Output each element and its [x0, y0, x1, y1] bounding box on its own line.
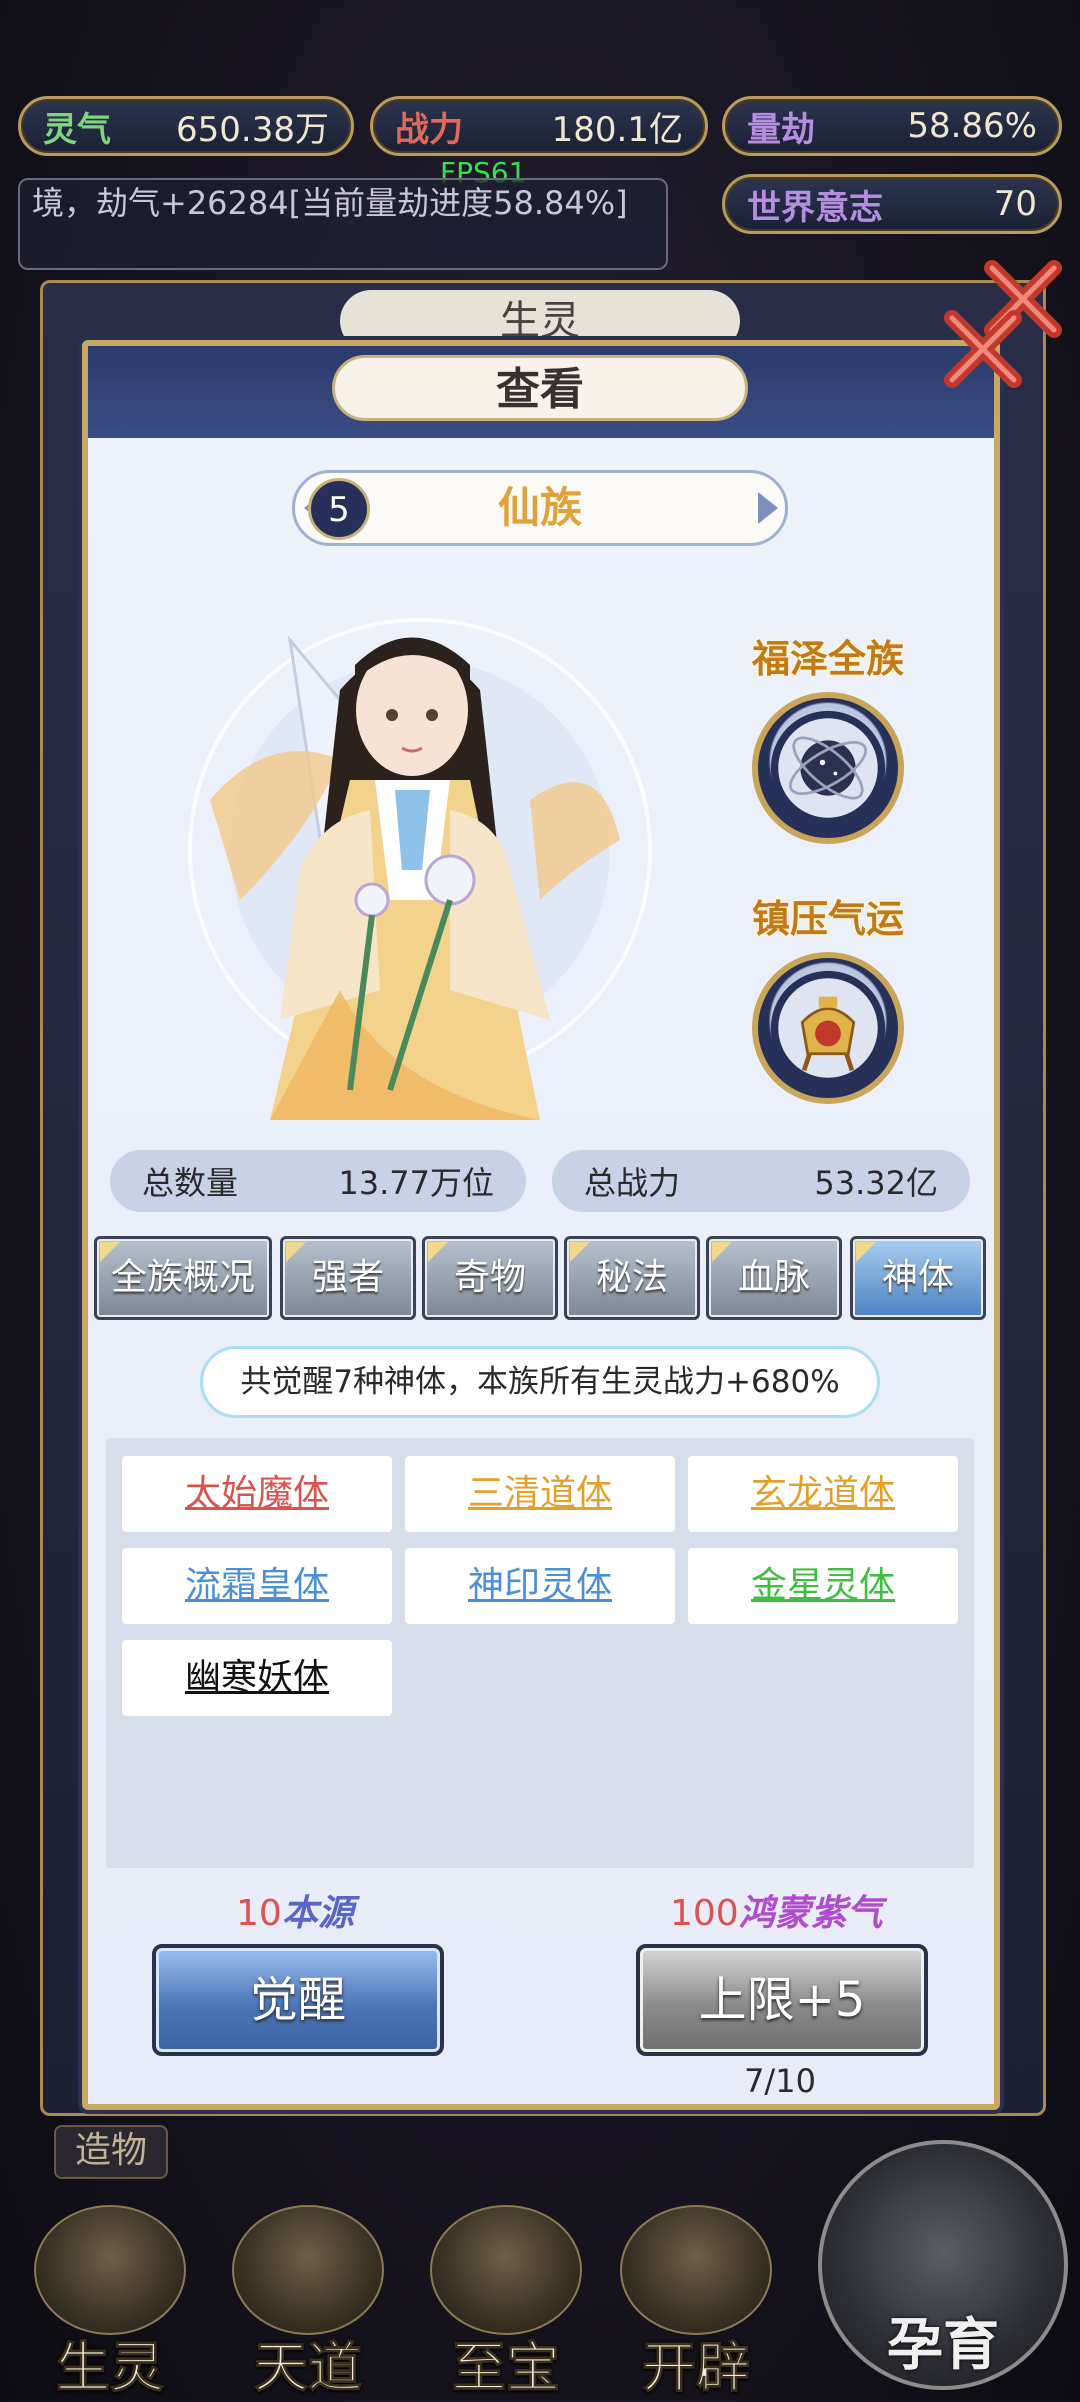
total-count-label: 总数量	[142, 1164, 239, 1202]
zhanli-label: 战力	[395, 109, 463, 150]
liangjie-resource: 量劫 58.86%	[722, 96, 1062, 156]
tab-strong[interactable]: 强者	[280, 1236, 416, 1320]
raise-limit-button[interactable]: 上限+5	[636, 1944, 928, 2056]
tab-bloodline-label: 血脉	[737, 1257, 810, 1298]
heaven-dao-emblem-icon	[232, 2205, 384, 2335]
treasure-emblem-icon	[430, 2205, 582, 2335]
tab-overview-label: 全族概况	[110, 1257, 255, 1298]
tab-strong-label: 强者	[311, 1257, 384, 1298]
world-will-resource: 世界意志 70	[722, 174, 1062, 234]
nav-treasure-label: 至宝	[452, 2336, 561, 2400]
total-power-value: 53.32亿	[814, 1164, 938, 1202]
zhanli-value: 180.1亿	[551, 109, 683, 150]
body-item[interactable]: 幽寒妖体	[122, 1640, 392, 1716]
tab-divine-body[interactable]: 神体	[850, 1236, 986, 1320]
body-item[interactable]: 流霜皇体	[122, 1548, 392, 1624]
total-count-value: 13.77万位	[338, 1164, 494, 1202]
nav-treasure[interactable]: 至宝	[416, 2205, 596, 2400]
create-label[interactable]: 造物	[54, 2125, 168, 2179]
skill-label-fuze: 福泽全族	[751, 637, 904, 681]
bonus-info: 共觉醒7种神体，本族所有生灵战力+680%	[200, 1346, 880, 1418]
awaken-cost-num: 10	[236, 1893, 282, 1934]
lingqi-label: 灵气	[43, 109, 111, 150]
skill-label-zhenya: 镇压气运	[751, 897, 904, 941]
liangjie-value: 58.86%	[907, 106, 1037, 146]
nav-open-world[interactable]: 开辟	[606, 2205, 786, 2400]
tab-secret-art-label: 秘法	[595, 1257, 668, 1298]
breed-label: 孕育	[887, 2313, 999, 2378]
tab-overview[interactable]: 全族概况	[94, 1236, 272, 1320]
body-item[interactable]: 神印灵体	[405, 1548, 675, 1624]
tab-divine-body-label: 神体	[881, 1257, 954, 1298]
race-level-badge: 5	[308, 478, 370, 540]
nav-creatures-label: 生灵	[56, 2336, 165, 2400]
body-item[interactable]: 太始魔体	[122, 1456, 392, 1532]
open-world-emblem-icon	[620, 2205, 772, 2335]
star-orb-icon[interactable]	[752, 692, 904, 844]
total-power-stat: 总战力 53.32亿	[550, 1148, 972, 1214]
tab-secret-art[interactable]: 秘法	[564, 1236, 700, 1320]
world-will-label: 世界意志	[747, 187, 883, 228]
nav-creatures[interactable]: 生灵	[20, 2205, 200, 2400]
body-item[interactable]: 玄龙道体	[688, 1456, 958, 1532]
body-item[interactable]: 三清道体	[405, 1456, 675, 1532]
nav-heaven-dao[interactable]: 天道	[218, 2205, 398, 2400]
cauldron-icon[interactable]	[752, 952, 904, 1104]
tab-bloodline[interactable]: 血脉	[706, 1236, 842, 1320]
world-will-value: 70	[993, 184, 1037, 224]
tab-treasure[interactable]: 奇物	[422, 1236, 558, 1320]
total-power-label: 总战力	[584, 1164, 681, 1202]
awaken-button[interactable]: 觉醒	[152, 1944, 444, 2056]
body-item[interactable]: 金星灵体	[688, 1548, 958, 1624]
tab-treasure-label: 奇物	[453, 1257, 526, 1298]
limit-cost-num: 100	[670, 1893, 739, 1934]
zhanli-resource: 战力 180.1亿	[370, 96, 708, 156]
event-log: 境，劫气+26284[当前量劫进度58.84%]	[18, 178, 668, 270]
awaken-cost: 10本源	[236, 1884, 354, 1936]
lingqi-resource: 灵气 650.38万	[18, 96, 354, 156]
creatures-emblem-icon	[34, 2205, 186, 2335]
character-portrait	[188, 618, 652, 1120]
lingqi-value: 650.38万	[176, 109, 329, 150]
nav-heaven-dao-label: 天道	[254, 2336, 363, 2400]
close-dialog-icon[interactable]	[940, 306, 1026, 392]
nav-open-world-label: 开辟	[642, 2336, 751, 2400]
limit-cost-name: 鸿蒙紫气	[738, 1893, 883, 1934]
liangjie-label: 量劫	[747, 109, 815, 150]
total-count-stat: 总数量 13.77万位	[108, 1148, 528, 1214]
limit-cost: 100鸿蒙紫气	[670, 1884, 883, 1936]
awaken-cost-name: 本源	[281, 1893, 354, 1934]
limit-progress: 7/10	[744, 2062, 816, 2100]
dialog-title: 查看	[332, 355, 748, 421]
